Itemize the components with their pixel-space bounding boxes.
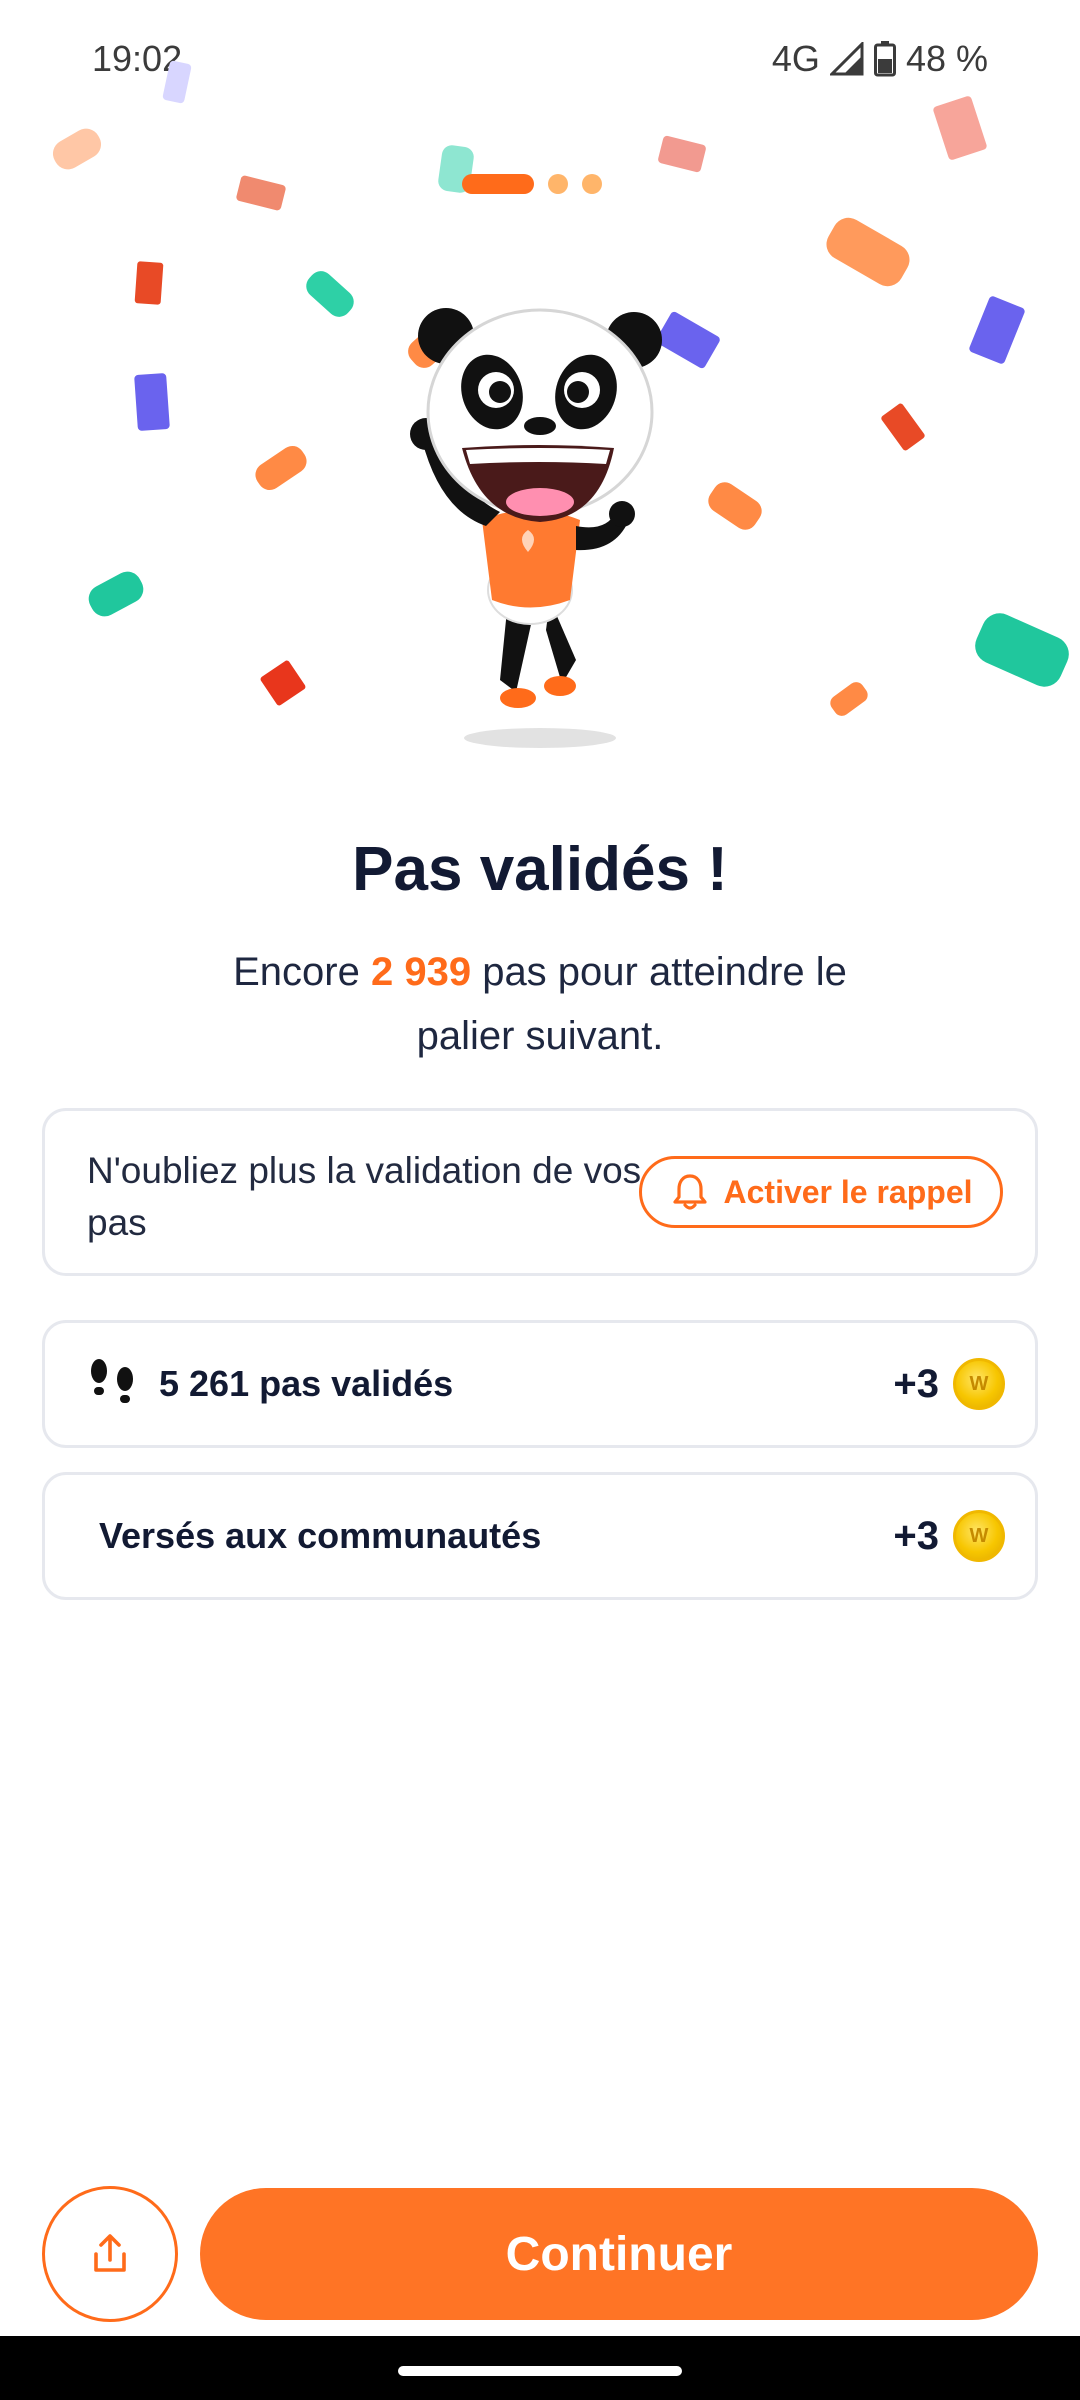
footsteps-icon — [91, 1359, 133, 1403]
continue-button-label: Continuer — [505, 2227, 733, 2281]
validated-steps-label: 5 261 pas validés — [159, 1363, 454, 1404]
battery-label: 48 % — [905, 38, 988, 79]
bell-icon — [672, 1174, 707, 1210]
continue-button[interactable]: Continuer — [200, 2188, 1038, 2320]
coin-letter: W — [969, 1372, 989, 1395]
page-title: Pas validés ! — [352, 835, 728, 904]
community-donation-card: Versés aux communautés +3 W — [42, 1472, 1038, 1600]
page-dot-active — [462, 174, 534, 194]
page-dot — [582, 174, 602, 194]
share-icon — [94, 2234, 126, 2272]
share-button[interactable] — [42, 2186, 178, 2322]
community-donation-reward: +3 — [893, 1513, 939, 1558]
coin-letter: W — [969, 1524, 989, 1547]
battery-icon — [873, 41, 896, 77]
status-bar: 19:02 4G 48 % — [0, 0, 1080, 120]
reminder-text: N'oubliez plus la validation de vos pas — [87, 1150, 642, 1243]
page-subtitle: Encore 2 939 pas pour atteindre le palie… — [180, 940, 900, 1068]
panda-mascot-illustration — [410, 308, 662, 748]
status-time: 19:02 — [92, 38, 183, 79]
subtitle-text-start: Encore — [233, 950, 371, 994]
page-indicator — [462, 174, 602, 194]
reminder-card: N'oubliez plus la validation de vos pas … — [42, 1108, 1038, 1276]
coin-icon: W — [953, 1510, 1005, 1562]
validated-steps-card: 5 261 pas validés +3 W — [42, 1320, 1038, 1448]
remaining-steps-value: 2 939 — [370, 950, 472, 994]
subtitle-text-end: pas pour atteindre le palier suivant. — [416, 950, 847, 1058]
home-indicator[interactable] — [398, 2366, 682, 2376]
network-label: 4G — [771, 38, 820, 79]
signal-icon — [829, 42, 864, 76]
activate-reminder-button[interactable]: Activer le rappel — [639, 1156, 1003, 1228]
validated-steps-reward: +3 — [893, 1361, 939, 1406]
activate-reminder-label: Activer le rappel — [723, 1173, 973, 1210]
coin-icon: W — [953, 1358, 1005, 1410]
status-indicators: 4G 48 % — [772, 38, 988, 80]
page-dot — [548, 174, 568, 194]
community-donation-label: Versés aux communautés — [99, 1515, 542, 1556]
